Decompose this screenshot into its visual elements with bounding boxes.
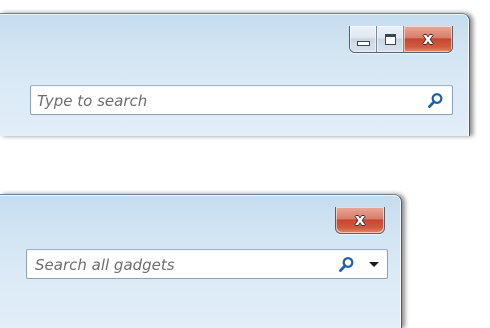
window-frame-bottom: x Search all gadgets <box>0 194 402 328</box>
search-icon[interactable] <box>338 256 355 273</box>
window-frame-top: x Type to search <box>0 13 470 136</box>
minimize-button[interactable] <box>350 26 376 52</box>
search-input[interactable]: Type to search <box>30 85 453 115</box>
close-icon: x <box>422 29 434 48</box>
search-gadgets-input[interactable]: Search all gadgets <box>26 249 388 279</box>
close-icon: x <box>354 210 366 229</box>
search-placeholder: Type to search <box>37 92 148 110</box>
close-button[interactable]: x <box>403 26 452 52</box>
maximize-button[interactable] <box>376 26 403 52</box>
caption-buttons: x <box>349 26 453 53</box>
maximize-icon <box>384 33 396 45</box>
chevron-down-icon[interactable] <box>369 262 379 267</box>
search-placeholder: Search all gadgets <box>35 256 175 274</box>
close-button[interactable]: x <box>336 207 384 233</box>
search-icon[interactable] <box>427 92 444 109</box>
caption-buttons: x <box>335 207 385 234</box>
minimize-icon <box>356 40 370 46</box>
